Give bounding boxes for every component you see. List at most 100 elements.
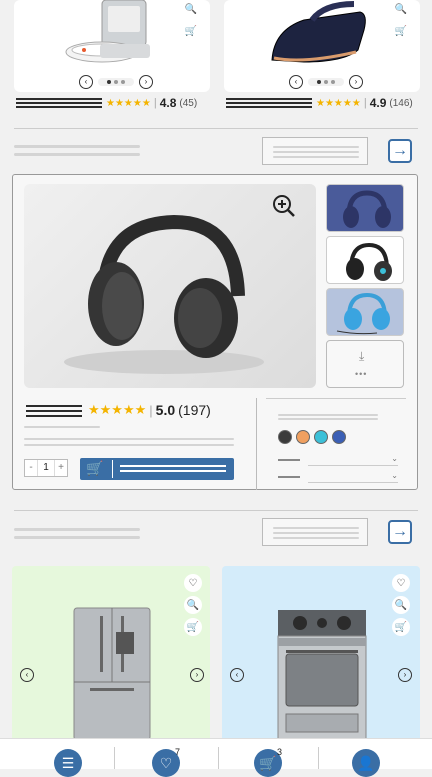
quick-view-button[interactable]: 🔍 <box>184 596 202 614</box>
cart-icon: 🛒 <box>186 621 200 633</box>
add-to-cart-main-button[interactable]: 🛒 <box>80 458 234 480</box>
carousel-prev-button[interactable]: ‹ <box>20 668 34 682</box>
cart-icon: 🛒 <box>86 460 104 476</box>
zoom-in-icon <box>273 195 295 217</box>
featured-main-image[interactable] <box>24 184 316 388</box>
qty-plus-button[interactable]: + <box>54 460 67 476</box>
option-select-2[interactable]: ⌄ <box>278 471 400 484</box>
arrow-right-icon: → <box>392 142 408 159</box>
menu-icon: ☰ <box>61 754 75 771</box>
star-rating: ★★★★★ <box>106 97 151 109</box>
carousel-next-button[interactable]: › <box>398 668 412 682</box>
carousel-dots <box>98 78 134 86</box>
cart-count-badge: 3 <box>277 747 283 757</box>
thumbnail-3[interactable] <box>326 288 404 336</box>
color-swatches[interactable] <box>278 430 350 444</box>
cart-icon: 🛒 <box>184 25 198 37</box>
heart-icon: ♡ <box>396 577 406 589</box>
wishlist-button[interactable]: ♡ <box>392 574 410 592</box>
quantity-stepper[interactable]: - 1 + <box>24 459 68 477</box>
robot-vacuum-image <box>65 0 150 63</box>
product-card-robot-vacuum[interactable]: 🔍 🛒 ‹ › <box>14 0 210 92</box>
bottom-nav-bar: ☰ ♡ 7 🛒 3 👤 <box>0 738 432 777</box>
star-rating: ★★★★★ <box>88 402 147 417</box>
headphones-thumb-teal <box>336 292 390 335</box>
option-select-1[interactable]: ⌄ <box>278 454 400 467</box>
carousel-next-button[interactable]: › <box>139 75 153 89</box>
headphones-thumb-black <box>346 242 392 281</box>
product-card-gas-range[interactable]: ♡ 🔍 🛒 ‹ › <box>222 566 420 742</box>
color-label-placeholder <box>278 414 378 420</box>
wishlist-count-badge: 7 <box>175 747 181 757</box>
add-to-cart-button[interactable]: 🛒 <box>182 22 200 40</box>
headphones-thumb-blue <box>343 190 391 228</box>
review-count: (45) <box>179 97 198 109</box>
featured-rating: ★★★★★ | 5.0 (197) <box>88 402 211 418</box>
carousel-prev-button[interactable]: ‹ <box>230 668 244 682</box>
add-to-cart-button[interactable]: 🛒 <box>184 618 202 636</box>
cart-icon: 🛒 <box>394 25 408 37</box>
featured-description-placeholder <box>24 424 236 450</box>
chevron-down-icon: ⌄ <box>391 471 398 480</box>
arrow-right-icon: → <box>392 523 408 540</box>
product-card-refrigerator[interactable]: ♡ 🔍 🛒 ‹ › <box>12 566 210 742</box>
download-icon: ⤓ <box>359 349 365 363</box>
swatch-orange[interactable] <box>296 430 310 444</box>
quick-view-button[interactable]: 🔍 <box>182 0 200 18</box>
view-all-button[interactable] <box>262 137 368 165</box>
quick-view-button[interactable]: 🔍 <box>392 596 410 614</box>
options-top-line <box>266 398 406 399</box>
carousel-prev-button[interactable]: ‹ <box>289 75 303 89</box>
thumbnail-1[interactable] <box>326 184 404 232</box>
section-title-placeholder <box>14 145 140 157</box>
next-section-button[interactable]: → <box>388 520 412 544</box>
swatch-black[interactable] <box>278 430 292 444</box>
heart-icon: ♡ <box>188 577 198 589</box>
view-all-button[interactable] <box>262 518 368 546</box>
carousel-prev-button[interactable]: ‹ <box>79 75 93 89</box>
star-rating: ★★★★★ <box>316 97 361 109</box>
account-button[interactable]: 👤 <box>352 749 380 777</box>
rating-value: 4.9 <box>369 96 387 110</box>
next-section-button[interactable]: → <box>388 139 412 163</box>
section-title-placeholder <box>14 528 140 540</box>
menu-button[interactable]: ☰ <box>54 749 82 777</box>
product-rating-steam-iron: ★★★★★ | 4.9 (146) <box>224 96 420 110</box>
carousel-next-button[interactable]: › <box>349 75 363 89</box>
wishlist-button[interactable]: ♡ <box>184 574 202 592</box>
magnifier-icon: 🔍 <box>186 599 200 611</box>
magnifier-icon: 🔍 <box>394 3 408 15</box>
carousel-dots <box>308 78 344 86</box>
carousel-next-button[interactable]: › <box>190 668 204 682</box>
more-dots-text: ••• <box>355 369 368 379</box>
options-divider <box>256 398 257 490</box>
add-to-cart-button[interactable]: 🛒 <box>392 22 410 40</box>
quick-view-button[interactable]: 🔍 <box>392 0 410 18</box>
swatch-blue[interactable] <box>332 430 346 444</box>
user-icon: 👤 <box>357 754 375 771</box>
gas-range-image <box>277 610 367 741</box>
qty-value[interactable]: 1 <box>38 460 54 476</box>
cart-icon: 🛒 <box>259 754 277 771</box>
refrigerator-image <box>73 607 151 741</box>
qty-minus-button[interactable]: - <box>25 460 38 476</box>
review-count: (146) <box>389 97 413 109</box>
add-to-cart-button[interactable]: 🛒 <box>392 618 410 636</box>
review-count: (197) <box>178 402 211 418</box>
section-divider <box>14 128 418 129</box>
more-images-button[interactable]: ⤓ ••• <box>326 340 404 388</box>
steam-iron-image <box>271 1 366 63</box>
rating-value: 5.0 <box>155 402 176 418</box>
product-card-steam-iron[interactable]: 🔍 🛒 ‹ › <box>224 0 420 92</box>
chevron-down-icon: ⌄ <box>391 454 398 463</box>
section-divider <box>14 510 418 511</box>
magnifier-icon: 🔍 <box>394 599 408 611</box>
rating-value: 4.8 <box>159 96 177 110</box>
cart-icon: 🛒 <box>394 621 408 633</box>
product-rating-robot-vacuum: ★★★★★ | 4.8 (45) <box>14 96 210 110</box>
thumbnail-2[interactable] <box>326 236 404 284</box>
zoom-in-button[interactable] <box>272 194 296 218</box>
heart-icon: ♡ <box>159 754 173 771</box>
featured-title-placeholder <box>26 404 84 418</box>
swatch-teal[interactable] <box>314 430 328 444</box>
